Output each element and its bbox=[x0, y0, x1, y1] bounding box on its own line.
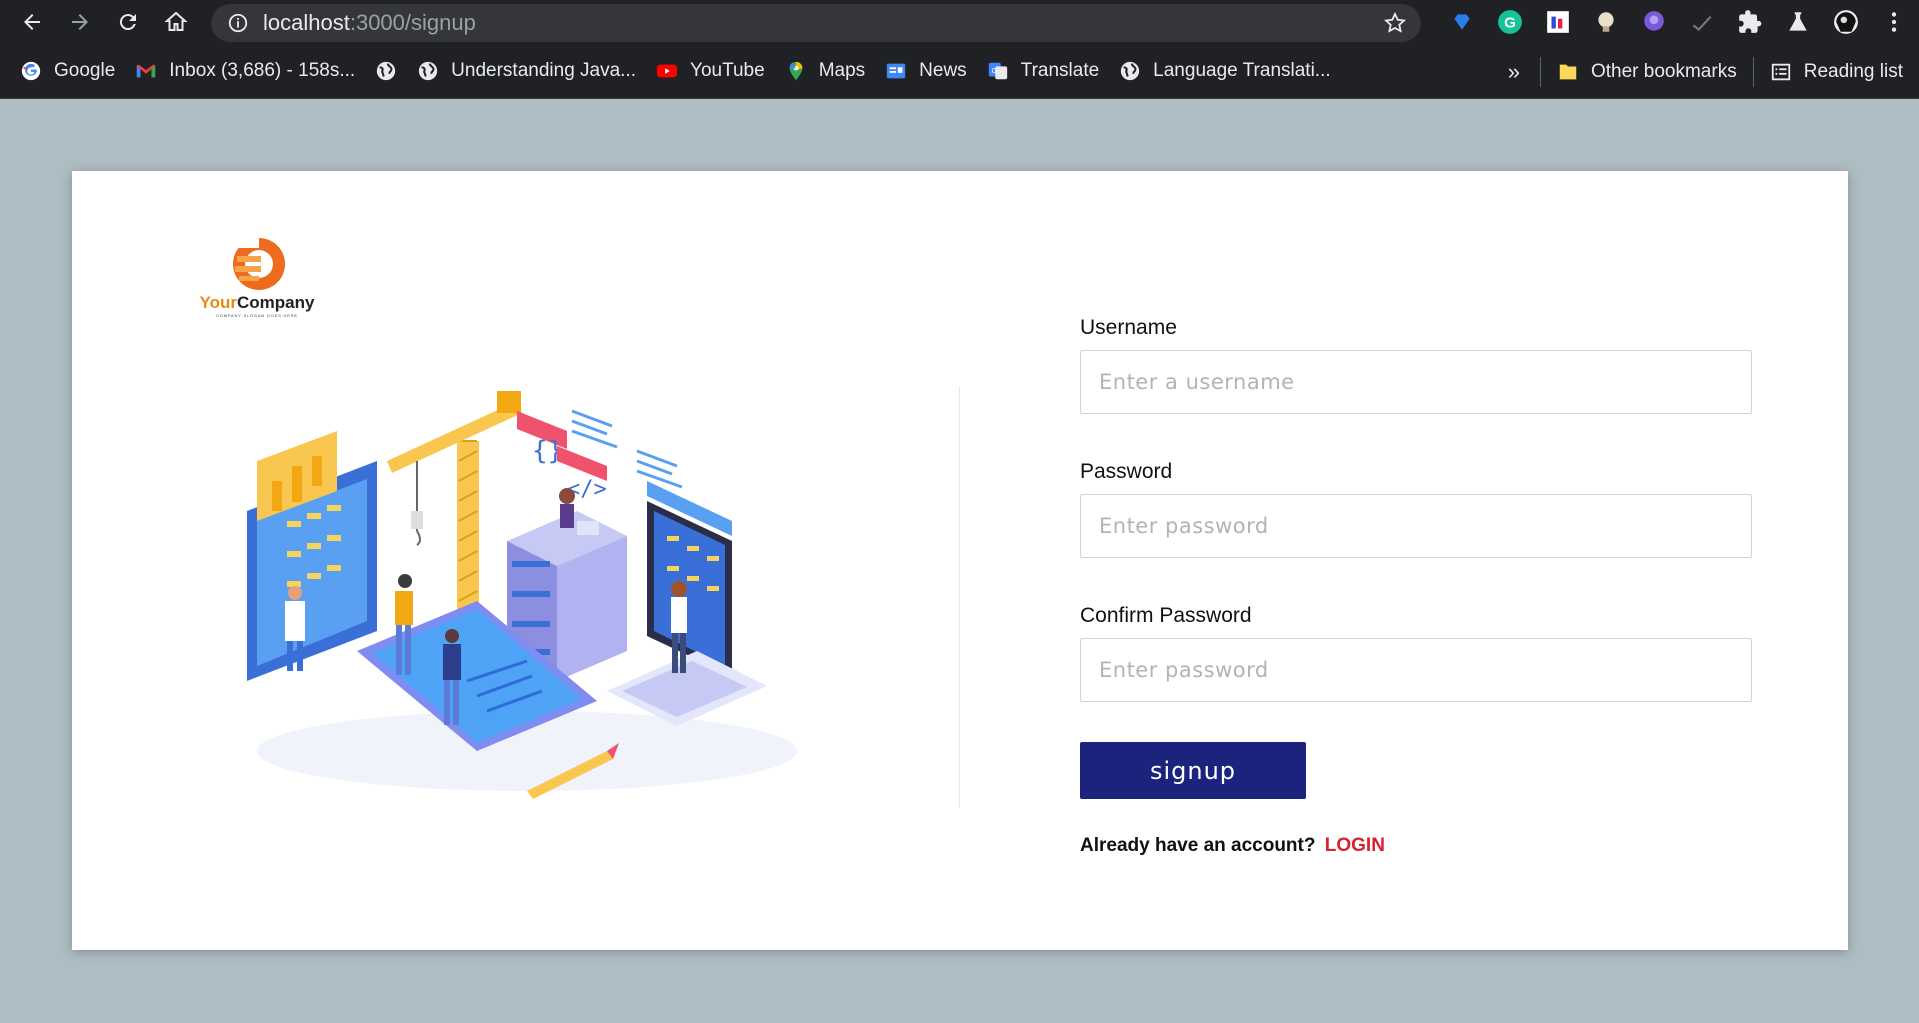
bookmark-label: YouTube bbox=[690, 60, 765, 81]
ext-bulb[interactable] bbox=[1582, 0, 1630, 44]
kebab-menu-icon bbox=[1891, 12, 1897, 32]
signup-card: YourCompany COMPANY SLOGAN GOES HERE {} … bbox=[72, 171, 1848, 950]
username-input[interactable] bbox=[1080, 350, 1752, 414]
reload-button[interactable] bbox=[104, 0, 152, 44]
puzzle-icon bbox=[1739, 10, 1762, 33]
svg-text:G: G bbox=[1504, 14, 1516, 31]
home-icon bbox=[164, 11, 188, 31]
reading-list-icon bbox=[1771, 63, 1790, 80]
profile-button[interactable] bbox=[1822, 0, 1870, 44]
bookmark-label: News bbox=[919, 60, 967, 81]
bookmarks-overflow-button[interactable]: » bbox=[1494, 59, 1534, 85]
url-path: :3000/signup bbox=[349, 10, 476, 35]
bookmark-java[interactable]: Understanding Java... bbox=[407, 51, 646, 91]
divider bbox=[1752, 56, 1754, 87]
globe-icon bbox=[419, 61, 438, 81]
bookmark-google[interactable]: Google bbox=[10, 51, 125, 91]
brand-name-part1: Your bbox=[200, 293, 238, 312]
brand-name-part2: Company bbox=[237, 293, 315, 312]
svg-text:G: G bbox=[991, 66, 997, 75]
url-host: localhost bbox=[263, 10, 350, 35]
ext-grammarly[interactable]: G bbox=[1486, 0, 1534, 44]
folder-icon bbox=[1559, 64, 1577, 79]
bookmark-translate[interactable]: G Translate bbox=[977, 51, 1110, 91]
bookmark-globe[interactable] bbox=[365, 51, 407, 91]
bookmarks-right: » Other bookmarks Reading list bbox=[1494, 44, 1919, 99]
bookmark-label: Understanding Java... bbox=[451, 60, 637, 81]
login-link[interactable]: LOGIN bbox=[1325, 835, 1385, 856]
reload-icon bbox=[119, 14, 136, 31]
confirm-password-input[interactable] bbox=[1080, 638, 1752, 702]
youtube-icon bbox=[656, 64, 678, 78]
company-logo: YourCompany COMPANY SLOGAN GOES HERE bbox=[200, 238, 315, 318]
password-label: Password bbox=[1080, 460, 1173, 483]
menu-button[interactable] bbox=[1870, 0, 1918, 44]
bookmark-language[interactable]: Language Translati... bbox=[1109, 51, 1340, 91]
gmail-icon bbox=[137, 64, 156, 78]
address-bar[interactable]: localhost:3000/signup bbox=[211, 4, 1421, 42]
vertical-divider bbox=[959, 386, 960, 808]
bookmark-label: Google bbox=[54, 60, 116, 81]
other-bookmarks-folder[interactable]: Other bookmarks bbox=[1547, 52, 1747, 92]
username-label: Username bbox=[1080, 316, 1177, 339]
brand-tagline: COMPANY SLOGAN GOES HERE bbox=[216, 313, 298, 318]
gem-icon bbox=[1454, 14, 1470, 30]
ext-check[interactable] bbox=[1678, 0, 1726, 44]
bookmark-label: Maps bbox=[818, 60, 866, 81]
translate-icon: G bbox=[988, 62, 1007, 80]
password-input[interactable] bbox=[1080, 494, 1752, 558]
bookmark-label: Inbox (3,686) - 158s... bbox=[169, 60, 356, 81]
reading-list-button[interactable]: Reading list bbox=[1760, 52, 1913, 92]
avatar-icon bbox=[1834, 10, 1858, 34]
already-have-account-text: Already have an account? bbox=[1080, 835, 1316, 856]
signup-form: Username Password Confirm Password signu… bbox=[1080, 316, 1752, 857]
home-button[interactable] bbox=[152, 0, 200, 44]
signup-button[interactable]: signup bbox=[1080, 742, 1306, 799]
info-icon bbox=[228, 13, 248, 33]
divider bbox=[1539, 56, 1541, 87]
ext-gem[interactable] bbox=[1438, 0, 1486, 44]
browser-toolbar: localhost:3000/signup G bbox=[0, 0, 1919, 44]
bookmarks-bar: Google Inbox (3,686) - 158s... Understan… bbox=[0, 44, 1919, 99]
url-text: localhost:3000/signup bbox=[263, 10, 476, 36]
forward-button[interactable] bbox=[56, 0, 104, 44]
maps-icon bbox=[789, 61, 803, 81]
svg-text:YourCompany: YourCompany bbox=[200, 293, 315, 312]
grammarly-icon: G bbox=[1498, 10, 1522, 34]
checkmark-icon bbox=[1692, 15, 1712, 32]
lightbulb-icon bbox=[1598, 12, 1614, 32]
bookmark-star-icon[interactable] bbox=[1383, 11, 1407, 35]
color-bars-icon bbox=[1547, 11, 1569, 33]
login-prompt: Already have an account? LOGIN bbox=[1080, 835, 1752, 857]
extensions-area: G bbox=[1438, 0, 1918, 44]
bookmark-gmail[interactable]: Inbox (3,686) - 158s... bbox=[125, 51, 365, 91]
ext-head[interactable] bbox=[1630, 0, 1678, 44]
developer-illustration: {} </> bbox=[247, 391, 797, 799]
bookmark-maps[interactable]: Maps bbox=[775, 51, 875, 91]
extensions-button[interactable] bbox=[1726, 0, 1774, 44]
bookmark-news[interactable]: News bbox=[875, 51, 977, 91]
head-icon bbox=[1644, 11, 1664, 31]
bookmark-label: Translate bbox=[1020, 60, 1100, 81]
bookmark-label: Language Translati... bbox=[1153, 60, 1331, 81]
globe-icon bbox=[377, 61, 396, 81]
bookmark-youtube[interactable]: YouTube bbox=[646, 51, 775, 91]
globe-icon bbox=[1121, 61, 1140, 81]
reading-list-label: Reading list bbox=[1803, 60, 1903, 82]
flask-icon bbox=[1789, 12, 1807, 31]
arrow-left-icon bbox=[24, 14, 40, 30]
labs-button[interactable] bbox=[1774, 0, 1822, 44]
news-icon bbox=[886, 63, 906, 79]
arrow-right-icon bbox=[72, 14, 88, 30]
ext-colors[interactable] bbox=[1534, 0, 1582, 44]
google-icon bbox=[21, 61, 41, 81]
confirm-password-label: Confirm Password bbox=[1080, 604, 1252, 627]
back-button[interactable] bbox=[8, 0, 56, 44]
other-bookmarks-label: Other bookmarks bbox=[1590, 60, 1737, 82]
